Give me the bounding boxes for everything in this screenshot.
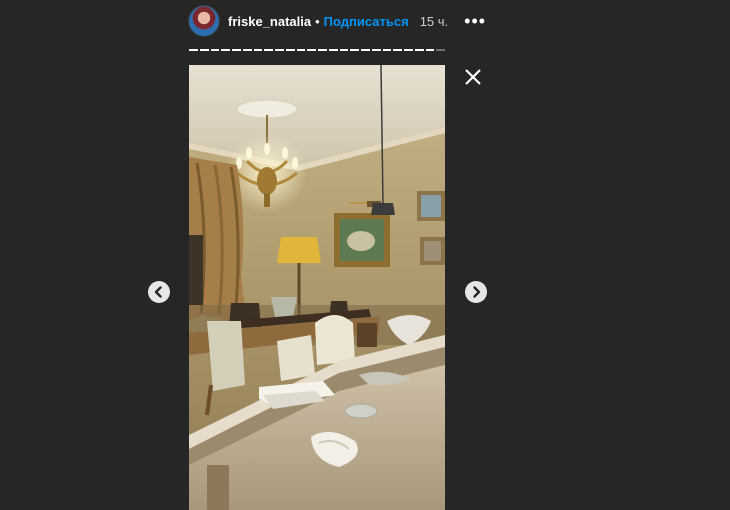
post-time: 15 ч. bbox=[419, 13, 449, 29]
progress-segment bbox=[242, 49, 252, 51]
progress-segment bbox=[414, 49, 424, 51]
story-progress-bar bbox=[189, 49, 445, 51]
progress-segment bbox=[307, 49, 316, 51]
progress-segment bbox=[199, 49, 209, 51]
progress-segment bbox=[232, 49, 241, 51]
story-header: friske_natalia • Подписаться 15 ч. ••• bbox=[189, 6, 486, 36]
progress-segment bbox=[339, 49, 349, 51]
progress-segment bbox=[350, 49, 359, 51]
progress-segment bbox=[318, 49, 327, 51]
progress-segment bbox=[189, 49, 198, 51]
close-icon bbox=[465, 69, 481, 85]
chevron-right-icon bbox=[473, 286, 481, 298]
progress-segment bbox=[436, 49, 445, 51]
progress-segment bbox=[264, 49, 273, 51]
progress-segment bbox=[221, 49, 230, 51]
header-separator: • bbox=[315, 13, 320, 29]
follow-button[interactable]: Подписаться bbox=[324, 14, 409, 29]
progress-segment bbox=[275, 49, 284, 51]
user-avatar[interactable] bbox=[189, 6, 219, 36]
progress-segment bbox=[285, 49, 295, 51]
close-button[interactable] bbox=[462, 66, 484, 88]
progress-segment bbox=[393, 49, 402, 51]
username-link[interactable]: friske_natalia bbox=[228, 14, 311, 29]
progress-segment bbox=[253, 49, 263, 51]
progress-segment bbox=[328, 49, 338, 51]
story-media[interactable] bbox=[189, 65, 445, 510]
more-options-icon[interactable]: ••• bbox=[464, 12, 486, 30]
progress-segment bbox=[425, 49, 435, 51]
progress-segment bbox=[210, 49, 220, 51]
progress-segment bbox=[404, 49, 413, 51]
dining-room-photo bbox=[189, 65, 445, 510]
chevron-left-icon bbox=[154, 286, 162, 298]
progress-segment bbox=[382, 49, 392, 51]
progress-segment bbox=[371, 49, 381, 51]
progress-segment bbox=[296, 49, 306, 51]
progress-segment bbox=[361, 49, 370, 51]
next-story-button[interactable] bbox=[465, 281, 487, 303]
previous-story-button[interactable] bbox=[148, 281, 170, 303]
